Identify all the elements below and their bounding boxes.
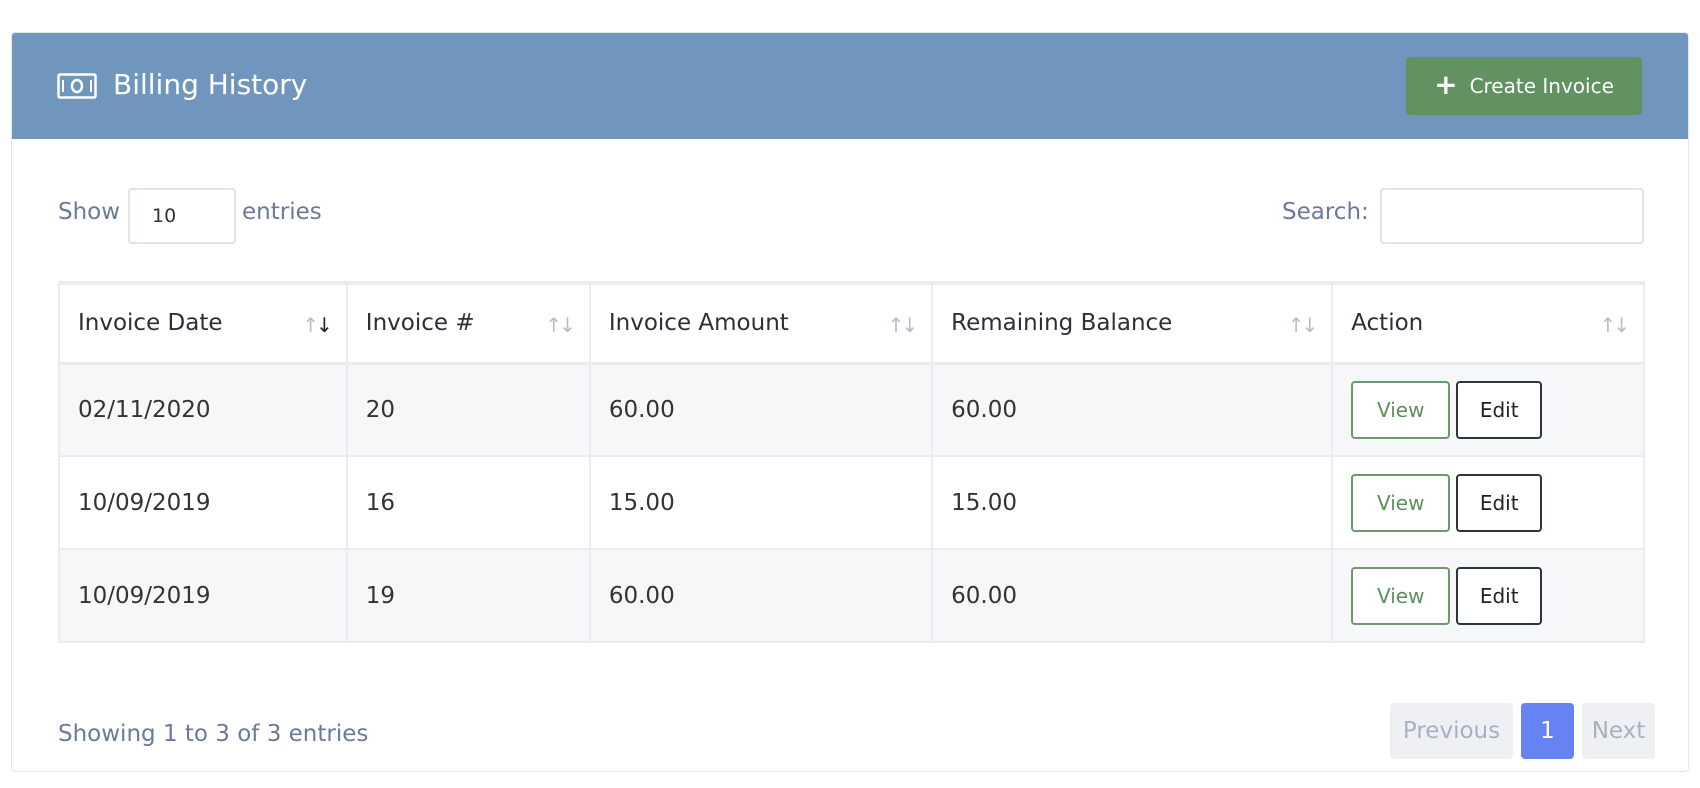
table-header-row: Invoice Date ↑↓ Invoice # ↑↓ Invoice Amoun… bbox=[58, 281, 1645, 365]
create-invoice-button[interactable]: + Create Invoice bbox=[1406, 57, 1642, 115]
table-row: 02/11/2020 20 60.00 60.00 View Edit bbox=[58, 362, 1645, 457]
table-info: Showing 1 to 3 of 3 entries bbox=[58, 721, 369, 747]
pagination-page-1[interactable]: 1 bbox=[1521, 703, 1574, 759]
create-invoice-label: Create Invoice bbox=[1469, 74, 1614, 98]
plus-icon: + bbox=[1434, 67, 1458, 101]
billing-history-card: Billing History + Create Invoice Show 10… bbox=[11, 32, 1689, 772]
money-bill-icon bbox=[57, 73, 97, 99]
action-cell: View Edit bbox=[1331, 362, 1645, 457]
remaining-balance-cell: 60.00 bbox=[931, 362, 1334, 457]
search-input[interactable] bbox=[1380, 188, 1644, 244]
invoice-amount-cell: 60.00 bbox=[588, 548, 934, 643]
sort-icon: ↑↓ bbox=[1287, 313, 1318, 337]
entries-label: entries bbox=[242, 199, 322, 225]
action-cell: View Edit bbox=[1331, 548, 1645, 643]
remaining-balance-cell: 60.00 bbox=[931, 548, 1334, 643]
sort-icon: ↑↓ bbox=[1599, 313, 1629, 337]
sort-icon: ↑↓ bbox=[545, 313, 575, 337]
column-header-invoice-date[interactable]: Invoice Date ↑↓ bbox=[58, 281, 348, 365]
table-row: 10/09/2019 19 60.00 60.00 View Edit bbox=[58, 548, 1645, 643]
column-header-remaining-balance[interactable]: Remaining Balance ↑↓ bbox=[931, 281, 1334, 365]
column-header-action[interactable]: Action ↑↓ bbox=[1331, 281, 1645, 365]
sort-icon: ↑↓ bbox=[887, 313, 918, 337]
invoice-table: Invoice Date ↑↓ Invoice # ↑↓ Invoice Amoun… bbox=[58, 281, 1645, 643]
search-label: Search: bbox=[1282, 199, 1369, 225]
invoice-date-cell: 10/09/2019 bbox=[58, 548, 348, 643]
page-title: Billing History bbox=[113, 68, 308, 101]
view-button[interactable]: View bbox=[1351, 566, 1451, 625]
pagination-previous[interactable]: Previous bbox=[1390, 703, 1513, 759]
sort-desc-icon: ↑↓ bbox=[302, 313, 332, 337]
view-button[interactable]: View bbox=[1351, 380, 1451, 439]
show-label: Show bbox=[58, 199, 121, 225]
column-header-invoice-number[interactable]: Invoice # ↑↓ bbox=[345, 281, 591, 365]
invoice-date-cell: 10/09/2019 bbox=[58, 455, 348, 550]
pagination-next[interactable]: Next bbox=[1582, 703, 1655, 759]
remaining-balance-cell: 15.00 bbox=[931, 455, 1334, 550]
invoice-number-cell: 20 bbox=[345, 362, 591, 457]
edit-button[interactable]: Edit bbox=[1456, 380, 1543, 439]
view-button[interactable]: View bbox=[1351, 473, 1451, 532]
action-cell: View Edit bbox=[1331, 455, 1645, 550]
column-header-invoice-amount[interactable]: Invoice Amount ↑↓ bbox=[588, 281, 934, 365]
edit-button[interactable]: Edit bbox=[1456, 473, 1543, 532]
invoice-number-cell: 16 bbox=[345, 455, 591, 550]
invoice-amount-cell: 15.00 bbox=[588, 455, 934, 550]
table-row: 10/09/2019 16 15.00 15.00 View Edit bbox=[58, 455, 1645, 550]
invoice-date-cell: 02/11/2020 bbox=[58, 362, 348, 457]
invoice-number-cell: 19 bbox=[345, 548, 591, 643]
entries-per-page-select[interactable]: 10 bbox=[128, 188, 236, 244]
card-header: Billing History + Create Invoice bbox=[12, 33, 1688, 139]
invoice-amount-cell: 60.00 bbox=[588, 362, 934, 457]
edit-button[interactable]: Edit bbox=[1456, 566, 1543, 625]
